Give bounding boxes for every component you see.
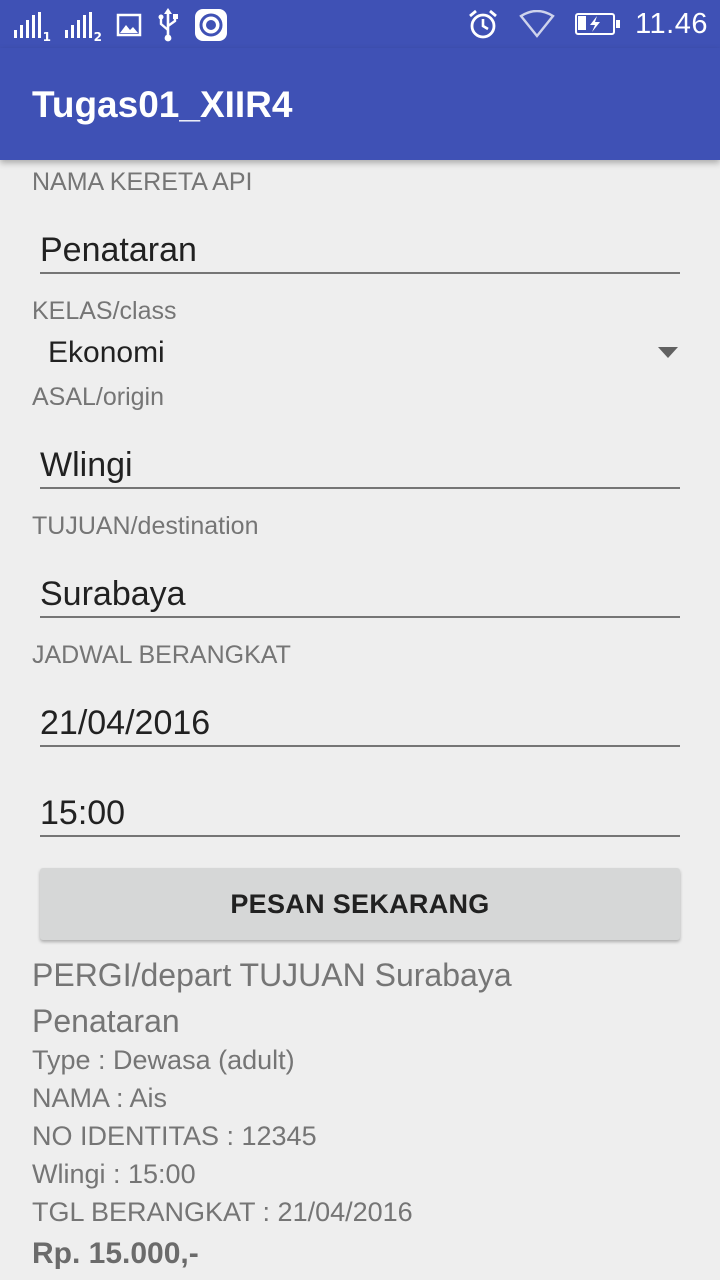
clock: 11.46 bbox=[635, 7, 708, 40]
origin-field[interactable] bbox=[40, 443, 680, 489]
signal-icon-sim1: 1 bbox=[14, 12, 51, 44]
class-spinner[interactable]: Ekonomi bbox=[32, 334, 688, 378]
result-id-number: NO IDENTITAS : 12345 bbox=[32, 1121, 317, 1151]
destination-label: TUJUAN/destination bbox=[32, 512, 259, 540]
destination-input[interactable] bbox=[40, 572, 680, 616]
app-title: Tugas01_XIIR4 bbox=[32, 84, 293, 125]
result-train-name: Penataran bbox=[32, 1003, 180, 1039]
date-input[interactable] bbox=[40, 701, 680, 745]
result-origin-time: Wlingi : 15:00 bbox=[32, 1159, 196, 1189]
usb-icon bbox=[158, 8, 178, 42]
train-name-input[interactable] bbox=[40, 228, 680, 272]
result-price: Rp. 15.000,- bbox=[32, 1237, 199, 1270]
train-name-label: NAMA KERETA API bbox=[32, 168, 253, 196]
train-name-field[interactable] bbox=[40, 228, 680, 274]
battery-charging-icon bbox=[575, 13, 621, 35]
time-field[interactable] bbox=[40, 791, 680, 837]
result-departure-date: TGL BERANGKAT : 21/04/2016 bbox=[32, 1197, 413, 1227]
class-selected-value: Ekonomi bbox=[48, 336, 165, 369]
screen-record-icon bbox=[195, 9, 227, 41]
app-toolbar: Tugas01_XIIR4 bbox=[0, 48, 720, 160]
destination-field[interactable] bbox=[40, 572, 680, 618]
schedule-label: JADWAL BERANGKAT bbox=[32, 641, 291, 669]
order-now-button[interactable]: PESAN SEKARANG bbox=[40, 868, 680, 940]
sim1-label: 1 bbox=[42, 30, 51, 44]
date-field[interactable] bbox=[40, 701, 680, 747]
sim2-label: 2 bbox=[93, 30, 102, 44]
class-label: KELAS/class bbox=[32, 297, 177, 325]
signal-icon-sim2: 2 bbox=[65, 12, 102, 44]
origin-label: ASAL/origin bbox=[32, 383, 165, 411]
image-icon bbox=[116, 13, 142, 37]
time-input[interactable] bbox=[40, 791, 680, 835]
wifi-icon bbox=[519, 10, 555, 38]
status-bar: 1 2 11.46 bbox=[0, 0, 720, 48]
origin-input[interactable] bbox=[40, 443, 680, 487]
result-depart-destination: PERGI/depart TUJUAN Surabaya bbox=[32, 957, 512, 993]
result-type: Type : Dewasa (adult) bbox=[32, 1045, 295, 1075]
result-name: NAMA : Ais bbox=[32, 1083, 168, 1113]
dropdown-arrow-icon bbox=[658, 347, 678, 358]
alarm-icon bbox=[469, 9, 497, 39]
